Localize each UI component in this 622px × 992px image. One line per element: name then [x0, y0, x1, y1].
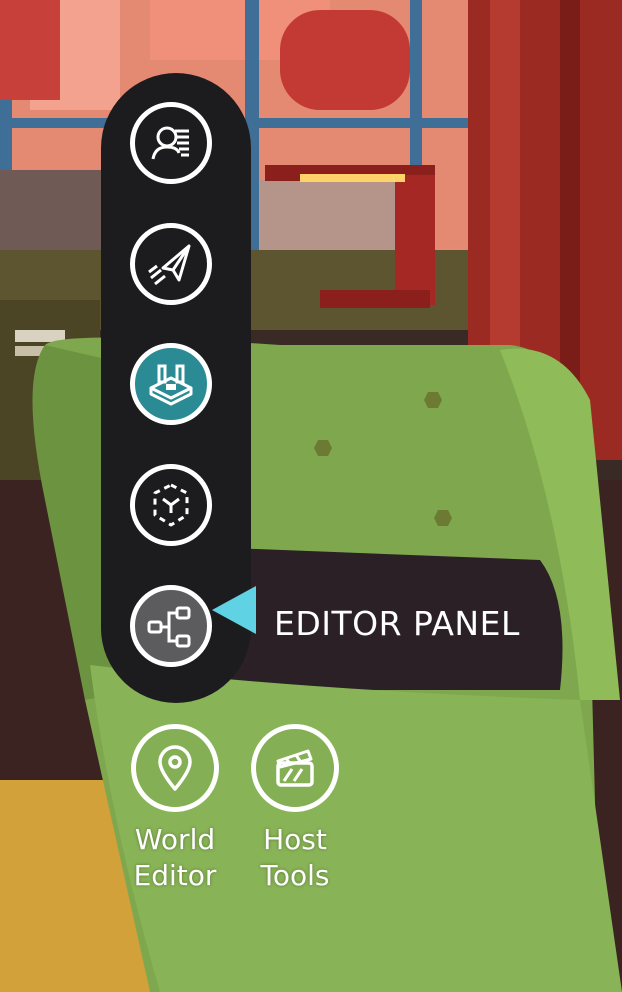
room-build-icon [149, 364, 193, 406]
send-tool-button[interactable] [130, 223, 212, 305]
build-tool-button[interactable] [130, 343, 212, 425]
node-graph-icon [147, 606, 191, 648]
object-tool-button[interactable] [130, 464, 212, 546]
tooltip-label: EDITOR PANEL [274, 604, 520, 643]
avatar-tool-button[interactable] [130, 102, 212, 184]
world-editor-label-line1: World [134, 823, 216, 856]
world-editor-label: World Editor [120, 822, 230, 894]
host-tools-label-line1: Host [263, 823, 327, 856]
tooltip-pointer [212, 586, 256, 634]
cube-bounds-icon [153, 483, 189, 527]
host-tools-button[interactable] [251, 724, 339, 812]
host-tools-label: Host Tools [240, 822, 350, 894]
world-editor-tool[interactable]: World Editor [120, 724, 230, 894]
editor-panel-tool-button[interactable] [130, 585, 212, 667]
clapperboard-icon [276, 749, 314, 787]
paper-plane-icon [148, 244, 191, 286]
map-pin-icon [158, 745, 192, 791]
host-tools-label-line2: Tools [260, 859, 330, 892]
person-list-icon [151, 126, 189, 160]
world-editor-button[interactable] [131, 724, 219, 812]
world-editor-label-line2: Editor [133, 859, 217, 892]
host-tools-tool[interactable]: Host Tools [240, 724, 350, 894]
